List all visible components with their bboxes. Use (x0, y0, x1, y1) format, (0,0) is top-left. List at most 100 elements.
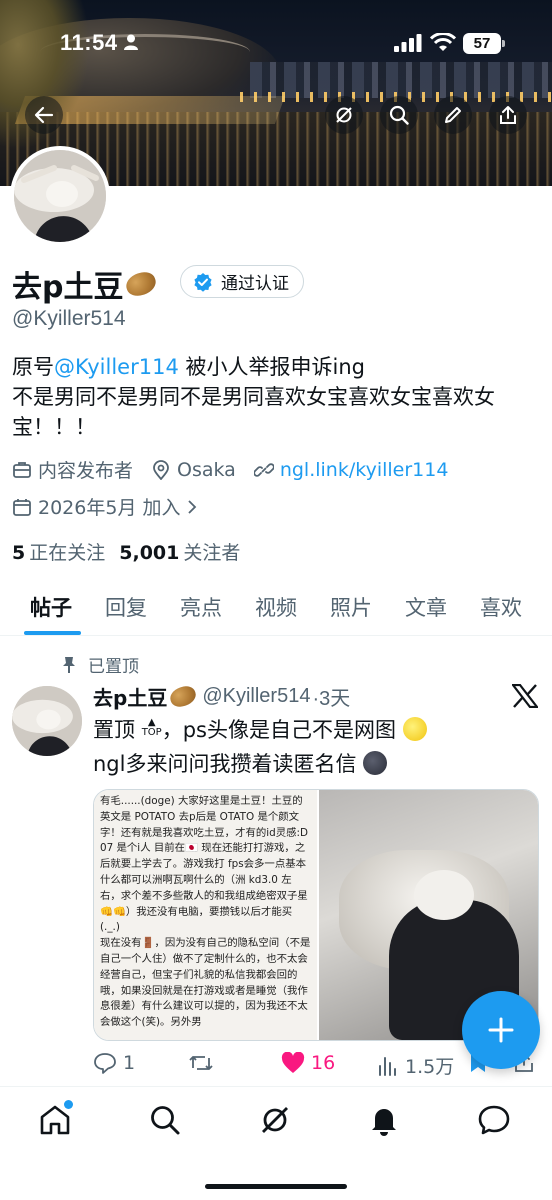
back-button[interactable] (25, 96, 63, 134)
nav-home[interactable] (38, 1100, 73, 1141)
tab-photos[interactable]: 照片 (330, 592, 372, 622)
tab-videos[interactable]: 视频 (255, 592, 297, 622)
followers-label: 关注者 (183, 542, 241, 564)
share-button[interactable] (489, 96, 527, 134)
bio-prefix: 原号 (12, 355, 54, 379)
profile-display-name: 去p土豆 (12, 262, 160, 306)
website-link[interactable]: ngl.link/kyiller114 (280, 459, 449, 481)
edit-button[interactable] (434, 96, 472, 134)
tab-highlights[interactable]: 亮点 (180, 592, 222, 622)
post-text-line2: ngl多来问问我攒着读匿名信 (93, 752, 357, 776)
like-button[interactable]: 16 (281, 1052, 335, 1074)
profile-handle: @Kyiller514 (12, 307, 126, 330)
pin-icon (63, 656, 75, 673)
grok-button[interactable] (325, 96, 363, 134)
link-icon (253, 462, 274, 477)
wifi-icon (430, 33, 456, 51)
avatar-photo (12, 686, 82, 756)
search-button[interactable] (380, 96, 418, 134)
reply-button[interactable]: 1 (93, 1052, 135, 1074)
followers-count: 5,001 (119, 542, 180, 564)
category-text: 内容发布者 (38, 460, 134, 482)
following-stat[interactable]: 5 正在关注 (12, 538, 105, 565)
search-icon (151, 1106, 180, 1135)
verify-label: 通过认证 (221, 274, 289, 294)
verification-button[interactable]: 通过认证 (180, 265, 304, 298)
home-indicator-bar (205, 1184, 347, 1189)
post-author-name-text: 去p土豆 (93, 686, 168, 710)
location-pin-icon (153, 459, 169, 480)
display-name-text: 去p土豆 (12, 270, 124, 305)
post-text: 置顶 ▲ TOP，ps头像是自己不是网图 ngl多来问问我攒着读匿名信 (93, 713, 533, 781)
battery-indicator: 57 (463, 33, 505, 54)
views-count: 1.5万 (405, 1056, 455, 1078)
nav-messages[interactable] (477, 1103, 511, 1141)
post-author-name[interactable]: 去p土豆 (93, 682, 199, 711)
messages-icon (478, 1105, 510, 1135)
nav-search[interactable] (148, 1103, 182, 1141)
photo-covered-head (414, 870, 475, 920)
heart-filled-icon (281, 1052, 305, 1073)
views-button[interactable]: 1.5万 (377, 1052, 454, 1079)
joined-text: 2026年5月 加入 (38, 497, 181, 519)
share-icon (500, 106, 516, 124)
joined-date-row[interactable]: 2026年5月 加入 (12, 493, 198, 520)
reply-count: 1 (123, 1052, 136, 1074)
post-text-a: 置顶 (93, 718, 135, 742)
reply-icon (94, 1053, 116, 1074)
verified-badge-icon (194, 272, 212, 292)
tab-posts[interactable]: 帖子 (30, 592, 72, 622)
repost-button[interactable] (188, 1052, 214, 1074)
person-icon (124, 34, 138, 50)
tab-likes[interactable]: 喜欢 (480, 592, 522, 622)
briefcase-icon (13, 461, 31, 478)
status-time: 11:54 (60, 30, 118, 55)
post-actions: 1 16 1.5万 (93, 1052, 533, 1082)
plus-icon (488, 1017, 514, 1043)
top-emoji-label: TOP (141, 727, 162, 738)
bio-line-2: 不是男同不是男同不是男同喜欢女宝喜欢女宝喜欢女宝！！！ (12, 385, 495, 439)
post-header: 去p土豆 @Kyiller514 ·3天 (93, 682, 350, 711)
pinned-indicator: 已置顶 (62, 652, 139, 677)
post-text-b: ，ps头像是自己不是网图 (161, 718, 396, 742)
media-text-image[interactable]: 有毛......(doge) 大家好这里是土豆！土豆的英文是 POTATO 去p… (94, 790, 318, 1040)
nav-grok[interactable] (258, 1103, 292, 1141)
home-unread-dot (64, 1100, 73, 1109)
edit-icon (445, 107, 461, 123)
post-time: ·3天 (312, 688, 351, 710)
following-label: 正在关注 (29, 542, 106, 564)
category-item: 内容发布者 (12, 456, 133, 483)
compose-post-button[interactable] (462, 991, 540, 1069)
profile-avatar[interactable] (10, 146, 110, 246)
views-chart-icon (379, 1056, 396, 1076)
nav-notifications[interactable] (367, 1103, 401, 1141)
post-author-avatar[interactable] (12, 686, 82, 756)
location-text: Osaka (177, 458, 236, 481)
avatar-photo (14, 150, 106, 242)
grok-icon (336, 107, 352, 123)
location-item: Osaka (151, 459, 236, 481)
bio-mention-link[interactable]: @Kyiller114 (54, 355, 179, 379)
chevron-right-icon (188, 499, 197, 514)
potato-emoji-icon (168, 683, 199, 710)
signal-icon (394, 34, 422, 52)
pinned-label: 已置顶 (88, 657, 139, 677)
calendar-icon (13, 498, 31, 516)
tab-replies[interactable]: 回复 (105, 592, 147, 622)
x-logo-icon (512, 684, 538, 708)
profile-meta-row: 内容发布者 Osaka ngl.link/kyiller114 (12, 456, 466, 483)
active-tab-indicator (24, 631, 81, 635)
post-author-handle[interactable]: @Kyiller514 (202, 685, 310, 708)
search-icon (389, 105, 409, 125)
like-count: 16 (311, 1052, 336, 1074)
website-item[interactable]: ngl.link/kyiller114 (253, 459, 449, 481)
profile-bio: 原号@Kyiller114 被小人举报申诉ing 不是男同不是男同不是男同喜欢女… (12, 352, 542, 442)
potato-emoji-icon (123, 268, 160, 300)
followers-stat[interactable]: 5,001 关注者 (119, 538, 240, 565)
moon-face-emoji-icon (402, 717, 427, 741)
notifications-bell-icon (372, 1109, 396, 1136)
repost-icon (189, 1056, 213, 1070)
tab-articles[interactable]: 文章 (405, 592, 447, 622)
new-moon-face-emoji-icon (363, 751, 388, 775)
follow-stats: 5 正在关注 5,001 关注者 (12, 538, 240, 565)
